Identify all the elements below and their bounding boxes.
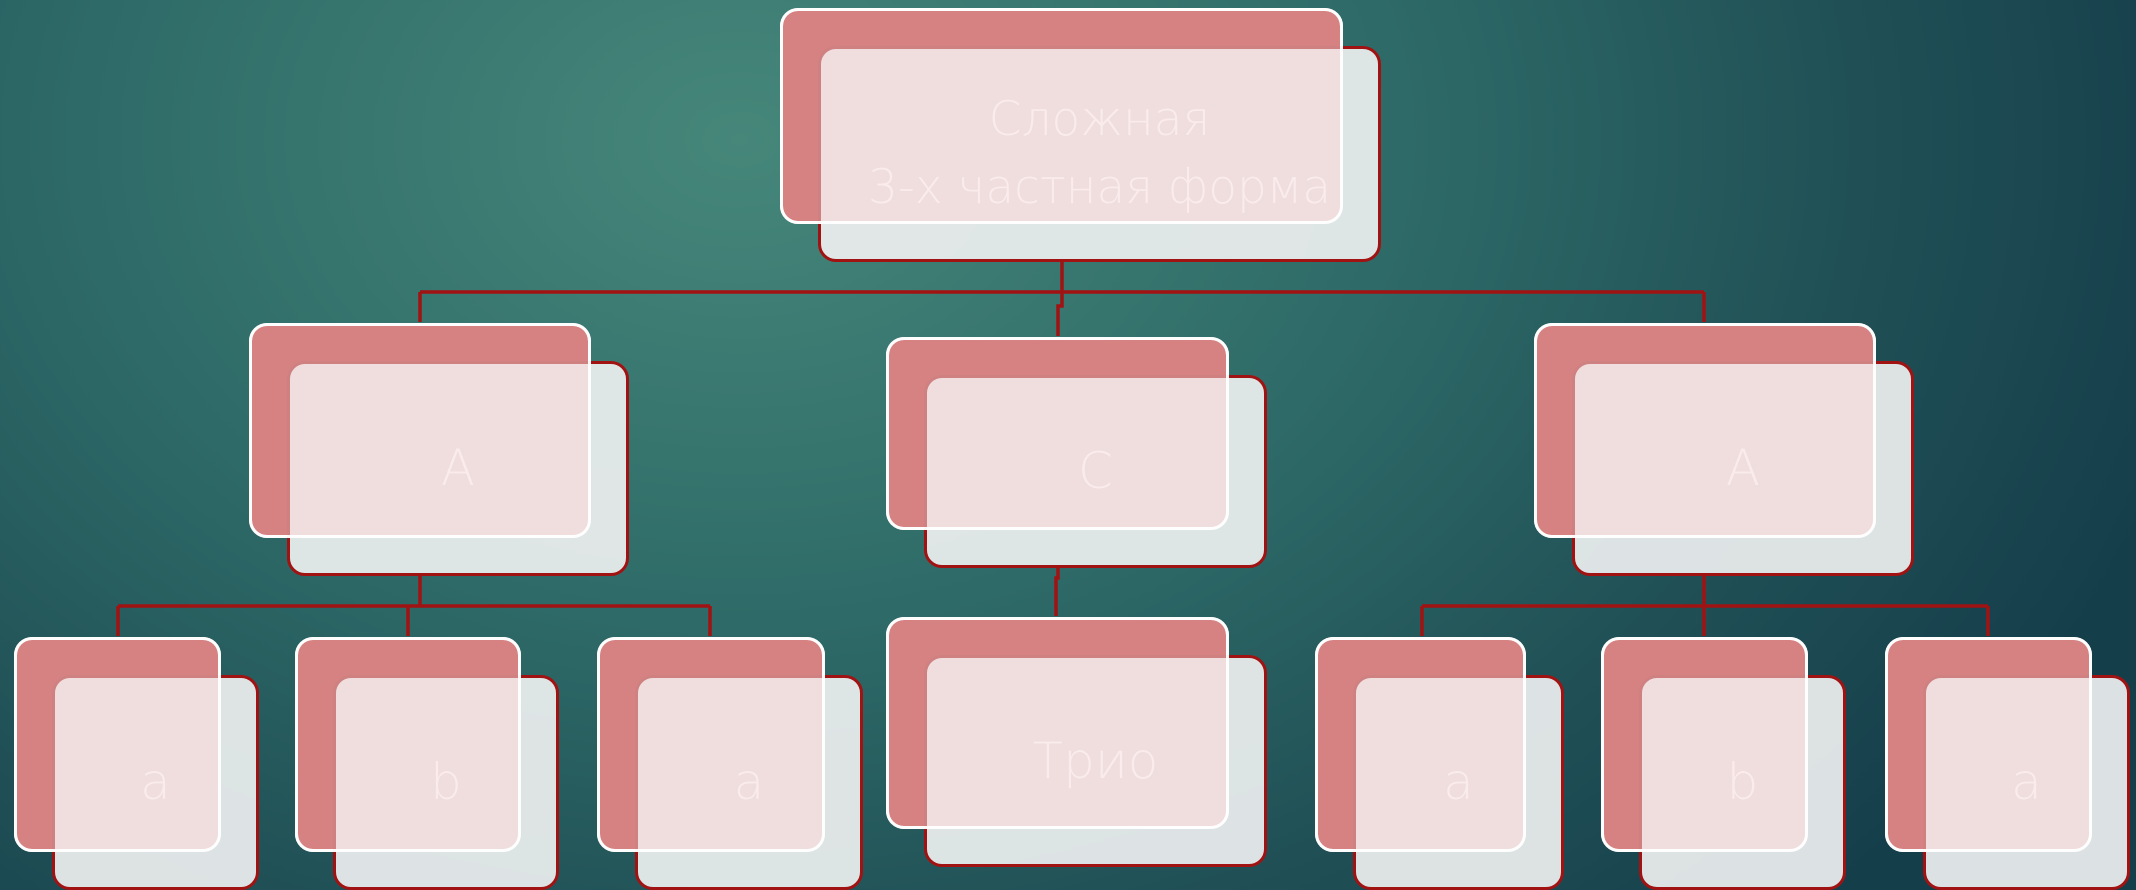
leaf-label: a [1443,753,1474,812]
section-label: C [1078,442,1113,501]
section-label: A [440,439,476,498]
root-label: Сложная 3-х частная форма [867,91,1332,215]
section-node-a-left: A [249,323,629,576]
leaf-node-left-a2: a [597,637,863,890]
leaf-label: b [430,753,462,812]
leaf-node-trio: Трио [886,617,1267,867]
leaf-label: b [1726,753,1759,812]
connector-middle [1054,566,1060,616]
leaf-node-left-b: b [295,637,559,890]
leaf-node-right-b: b [1601,637,1846,890]
leaf-node-right-a1: a [1315,637,1564,890]
leaf-node-right-a2: a [1885,637,2130,890]
connector-left-bus [116,576,712,636]
section-node-a-right: A [1534,323,1914,576]
leaf-node-left-a1: a [14,637,259,890]
connector-right-bus [1420,576,1990,636]
leaf-label: a [733,753,765,812]
root-node: Сложная 3-х частная форма [780,8,1381,262]
section-node-c: C [886,337,1267,568]
leaf-label: Трио [1032,731,1159,790]
leaf-label: a [140,753,171,812]
leaf-label: a [2011,753,2042,812]
section-label: A [1725,439,1761,498]
